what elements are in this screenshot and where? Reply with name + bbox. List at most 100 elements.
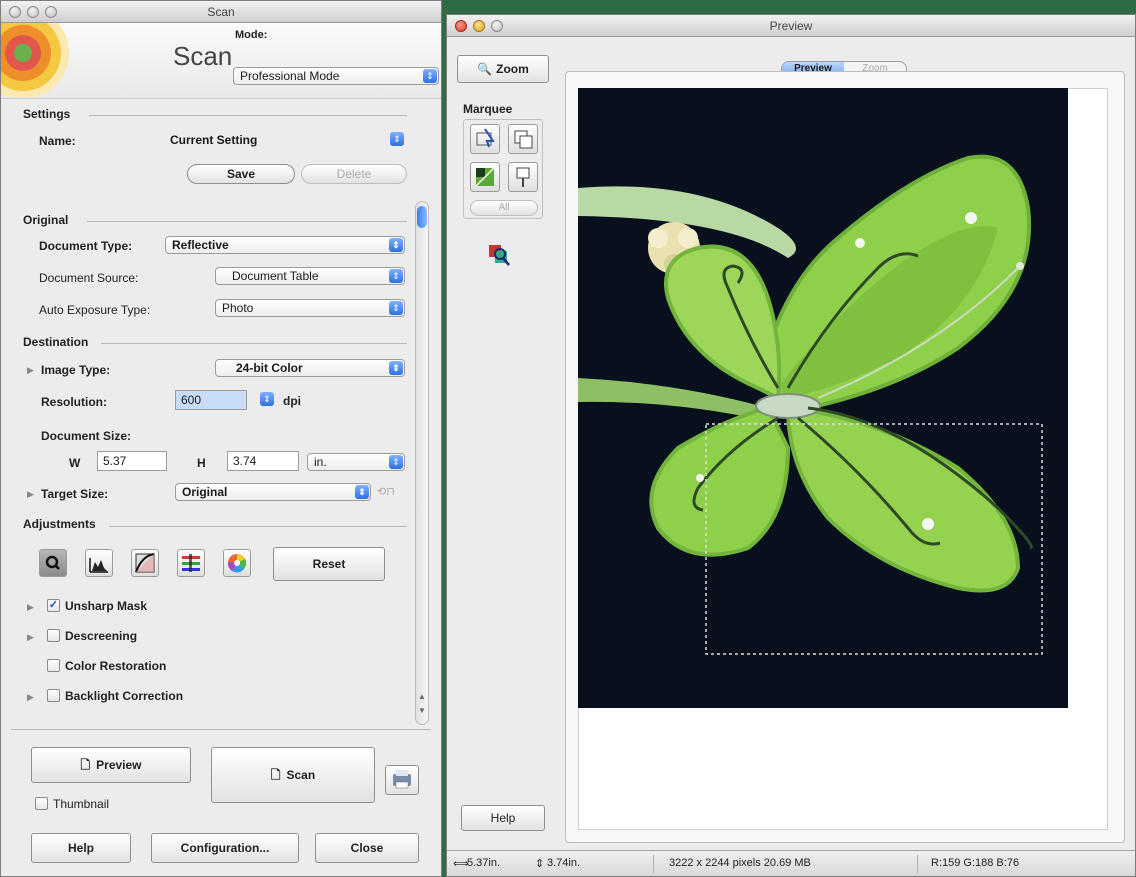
size-unit-select[interactable]: in. ⇕ <box>307 453 405 471</box>
resolution-field[interactable]: 600 <box>175 390 247 410</box>
reset-button[interactable]: Reset <box>273 547 385 581</box>
minimize-window-icon[interactable] <box>27 6 39 18</box>
doc-source-select[interactable]: Document Table ⇕ <box>215 267 405 285</box>
status-rgb: R:159 G:188 B:76 <box>931 857 1020 869</box>
doc-source-label: Document Source: <box>39 271 139 285</box>
help-label: Help <box>67 841 94 855</box>
scan-button[interactable]: 🗋 Scan <box>211 747 375 803</box>
window-controls <box>455 20 503 32</box>
adjustments-divider <box>109 526 407 527</box>
destination-heading: Destination <box>23 335 89 349</box>
auto-exposure-select[interactable]: Photo ⇕ <box>215 299 405 317</box>
marquee-copy-icon[interactable] <box>508 124 538 154</box>
status-width: 5.37in. <box>467 857 501 869</box>
settings-divider <box>89 115 407 116</box>
histogram-icon[interactable] <box>85 549 113 577</box>
disclosure-triangle-icon[interactable]: ▶ <box>27 602 34 613</box>
chevron-updown-icon: ⇕ <box>389 361 403 375</box>
height-label: H <box>197 456 206 470</box>
name-field[interactable]: Current Setting <box>165 131 383 151</box>
bottom-divider <box>11 729 431 730</box>
zoom-window-icon[interactable] <box>491 20 503 32</box>
marquee-create-icon[interactable] <box>470 124 500 154</box>
resolution-unit: dpi <box>283 394 301 408</box>
color-balance-icon[interactable] <box>177 549 205 577</box>
resolution-value: 600 <box>181 393 202 407</box>
target-size-select[interactable]: Original ⇕ <box>175 483 371 501</box>
close-button[interactable]: Close <box>315 833 419 863</box>
scan-window: Scan Scan Mode: Professional Mode ⇕ Sett… <box>0 0 442 877</box>
preview-help-button[interactable]: Help <box>461 805 545 831</box>
tone-curve-icon[interactable] <box>131 549 159 577</box>
close-window-icon[interactable] <box>455 20 467 32</box>
color-palette-icon[interactable] <box>223 549 251 577</box>
close-window-icon[interactable] <box>9 6 21 18</box>
scrollbar-thumb[interactable] <box>417 206 427 228</box>
save-button[interactable]: Save <box>187 164 295 184</box>
unsharp-label: Unsharp Mask <box>65 599 148 613</box>
chevron-updown-icon: ⇕ <box>423 69 437 83</box>
image-type-label: Image Type: <box>41 363 111 377</box>
color-pick-icon[interactable] <box>485 241 513 269</box>
doc-source-value: Document Table <box>232 269 319 283</box>
all-button[interactable]: All <box>470 200 538 216</box>
antenna-tip <box>1016 262 1024 270</box>
settings-scrollbar[interactable]: ▲ ▼ <box>415 201 429 725</box>
minimize-window-icon[interactable] <box>473 20 485 32</box>
mode-select[interactable]: Professional Mode ⇕ <box>233 67 439 85</box>
chevron-updown-icon: ⇕ <box>355 485 369 499</box>
marquee-delete-icon[interactable] <box>508 162 538 192</box>
settings-heading: Settings <box>23 107 71 121</box>
file-save-settings-button[interactable] <box>385 765 419 795</box>
preview-help-label: Help <box>490 811 516 825</box>
doc-type-value: Reflective <box>172 238 229 252</box>
resolution-stepper[interactable]: ⇕ <box>257 391 275 409</box>
preview-button[interactable]: 🗋 Preview <box>31 747 191 783</box>
marquee-auto-icon[interactable] <box>470 162 500 192</box>
preview-label: Preview <box>96 758 142 772</box>
color-restoration-checkbox[interactable] <box>47 659 60 672</box>
resolution-label: Resolution: <box>41 395 107 409</box>
app-header: Scan Mode: Professional Mode ⇕ <box>1 23 441 99</box>
document-icon: 🗋 <box>80 758 91 772</box>
name-label: Name: <box>39 134 76 148</box>
orientation-icon[interactable]: ⟲⊓ <box>377 485 395 498</box>
chevron-updown-icon: ⇕ <box>389 238 403 252</box>
doc-type-label: Document Type: <box>39 239 133 253</box>
zoom-button[interactable]: 🔍 Zoom <box>457 55 549 83</box>
butterfly-preview-image <box>578 88 1068 708</box>
auto-exposure-icon[interactable] <box>39 549 67 577</box>
doc-type-select[interactable]: Reflective ⇕ <box>165 236 405 254</box>
zoom-button-label: Zoom <box>496 62 529 76</box>
disclosure-triangle-icon[interactable]: ▶ <box>27 632 34 643</box>
zoom-window-icon[interactable] <box>45 6 57 18</box>
width-field[interactable]: 5.37 <box>97 451 167 471</box>
target-size-label: Target Size: <box>41 487 109 501</box>
height-field[interactable]: 3.74 <box>227 451 299 471</box>
scroll-up-icon[interactable]: ▲ <box>418 692 426 701</box>
unsharp-checkbox[interactable]: ✓ <box>47 599 60 612</box>
scroll-down-icon[interactable]: ▼ <box>418 706 426 715</box>
save-label: Save <box>226 167 256 181</box>
delete-button[interactable]: Delete <box>301 164 407 184</box>
help-button[interactable]: Help <box>31 833 131 863</box>
thumbnail-checkbox[interactable] <box>35 797 48 810</box>
preview-area[interactable] <box>565 71 1125 843</box>
scan-doc-icon: 🗋 <box>270 768 281 782</box>
image-type-select[interactable]: 24-bit Color ⇕ <box>215 359 405 377</box>
configuration-button[interactable]: Configuration... <box>151 833 299 863</box>
disclosure-triangle-icon[interactable]: ▶ <box>27 365 34 376</box>
descreening-checkbox[interactable] <box>47 629 60 642</box>
disclosure-triangle-icon[interactable]: ▶ <box>27 489 34 500</box>
name-select-arrow[interactable]: ⇕ <box>387 131 405 149</box>
image-type-value: 24-bit Color <box>236 361 303 375</box>
magnifier-icon: 🔍 <box>477 62 493 76</box>
preview-titlebar: Preview <box>447 15 1135 37</box>
backlight-checkbox[interactable] <box>47 689 60 702</box>
chevron-updown-icon: ⇕ <box>389 301 403 315</box>
scan-window-title: Scan <box>207 5 235 19</box>
backlight-label: Backlight Correction <box>65 689 184 703</box>
disclosure-triangle-icon[interactable]: ▶ <box>27 692 34 703</box>
auto-exposure-value: Photo <box>222 301 254 315</box>
configuration-label: Configuration... <box>180 841 270 855</box>
